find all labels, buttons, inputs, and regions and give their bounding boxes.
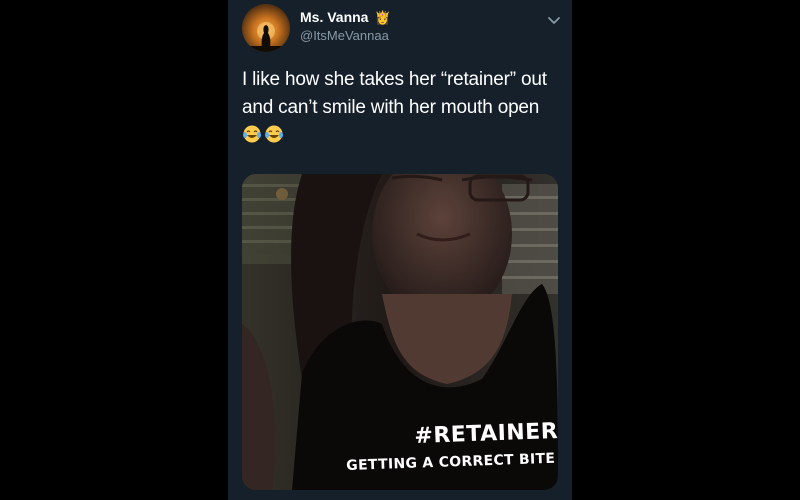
tweet-media-video[interactable]: #RETAINER GETTING A CORRECT BITE BE	[242, 174, 558, 490]
tears-of-joy-emoji-icon	[265, 125, 283, 143]
author-handle[interactable]: @ItsMeVannaa	[300, 28, 389, 43]
avatar-silhouette-icon	[242, 22, 290, 52]
video-caption-hashtag: #RETAINER	[414, 418, 558, 449]
emoji-row	[242, 124, 558, 144]
chevron-down-icon[interactable]	[546, 12, 562, 28]
tweet-text: I like how she takes her “retainer” out …	[242, 66, 558, 144]
author-name-row: Ms. Vanna 👸	[300, 9, 391, 25]
tweet-card: Ms. Vanna 👸 @ItsMeVannaa I like how she …	[228, 0, 572, 500]
author-display-name[interactable]: Ms. Vanna	[300, 9, 368, 25]
queen-emoji-icon: 👸	[374, 9, 391, 25]
tweet-text-line-1: I like how she takes her “retainer” out	[242, 69, 547, 90]
tears-of-joy-emoji-icon	[243, 125, 261, 143]
tweet-header: Ms. Vanna 👸 @ItsMeVannaa	[242, 4, 562, 52]
avatar[interactable]	[242, 4, 290, 52]
tweet-text-line-2: and can’t smile with her mouth open	[242, 97, 540, 118]
